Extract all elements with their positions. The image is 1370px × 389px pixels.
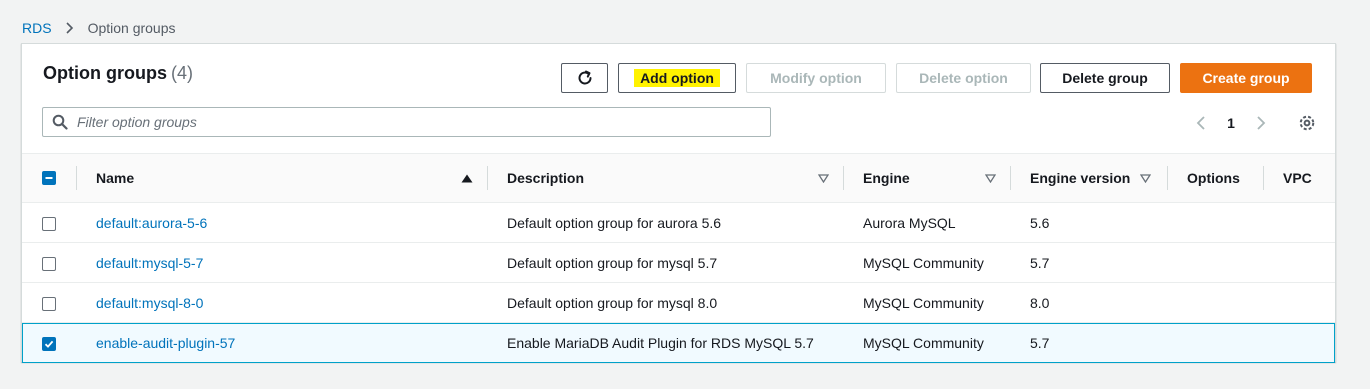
panel-title-text: Option groups <box>43 63 167 83</box>
breadcrumb-rds-link[interactable]: RDS <box>22 20 52 36</box>
add-option-button[interactable]: Add option <box>618 63 736 93</box>
modify-option-label: Modify option <box>770 70 862 86</box>
sort-icon[interactable] <box>818 173 829 183</box>
delete-option-button[interactable]: Delete option <box>896 63 1031 93</box>
create-group-label: Create group <box>1202 70 1290 86</box>
engine-version-cell: 8.0 <box>1030 294 1050 311</box>
refresh-icon <box>576 69 594 87</box>
refresh-button[interactable] <box>561 63 608 93</box>
delete-option-label: Delete option <box>919 70 1008 86</box>
breadcrumb-current: Option groups <box>87 20 176 36</box>
delete-group-button[interactable]: Delete group <box>1040 63 1170 93</box>
options-cell <box>1167 203 1263 243</box>
row-select-cell <box>22 283 76 323</box>
option-group-link[interactable]: enable-audit-plugin-57 <box>96 335 235 351</box>
sort-icon[interactable] <box>1140 173 1152 183</box>
row-select-cell <box>22 243 76 283</box>
create-group-button[interactable]: Create group <box>1180 63 1312 93</box>
name-cell: default:aurora-5-6 <box>76 203 487 243</box>
engine-cell: MySQL Community <box>863 294 984 311</box>
vpc-cell <box>1263 323 1335 363</box>
option-group-link[interactable]: default:aurora-5-6 <box>96 215 207 231</box>
description-cell: Default option group for mysql 5.7 <box>507 254 718 271</box>
header-description[interactable]: Description <box>487 154 843 203</box>
row-checkbox[interactable] <box>42 216 56 231</box>
gear-icon[interactable] <box>1296 112 1318 134</box>
engine-version-cell: 5.6 <box>1030 214 1050 231</box>
options-cell <box>1167 243 1263 283</box>
page-title: Option groups (4) <box>43 63 193 84</box>
header-name-label: Name <box>96 170 135 186</box>
row-checkbox-checked[interactable] <box>42 336 56 351</box>
table-row[interactable]: default:mysql-8-0 Default option group f… <box>22 283 1335 323</box>
engine-version-cell: 5.7 <box>1030 254 1050 271</box>
table-row[interactable]: default:aurora-5-6 Default option group … <box>22 203 1335 243</box>
modify-option-button[interactable]: Modify option <box>746 63 886 93</box>
header-options[interactable]: Options <box>1167 154 1263 203</box>
row-checkbox[interactable] <box>42 256 56 271</box>
name-cell: default:mysql-8-0 <box>76 283 487 323</box>
table-row-selected[interactable]: enable-audit-plugin-57 Enable MariaDB Au… <box>22 322 1335 363</box>
options-cell <box>1167 323 1263 363</box>
header-options-label: Options <box>1187 170 1240 186</box>
sort-icon[interactable] <box>985 173 996 183</box>
add-option-label: Add option <box>634 69 720 87</box>
filter-box <box>42 107 771 137</box>
previous-page-icon[interactable] <box>1190 115 1212 131</box>
header-engine-version[interactable]: Engine version <box>1010 154 1167 203</box>
table-row[interactable]: default:mysql-5-7 Default option group f… <box>22 243 1335 283</box>
description-cell: Enable MariaDB Audit Plugin for RDS MySQ… <box>507 334 814 351</box>
row-select-cell <box>22 323 76 363</box>
chevron-right-icon <box>65 22 74 34</box>
header-engine[interactable]: Engine <box>843 154 1010 203</box>
option-group-link[interactable]: default:mysql-8-0 <box>96 295 203 311</box>
engine-cell: Aurora MySQL <box>863 214 956 231</box>
engine-cell: MySQL Community <box>863 254 984 271</box>
options-cell <box>1167 283 1263 323</box>
search-icon <box>43 114 77 130</box>
select-all-checkbox[interactable] <box>42 171 56 185</box>
row-select-cell <box>22 203 76 243</box>
header-vpc[interactable]: VPC <box>1263 154 1335 203</box>
table-header-row: Name Description Engine Engine version O… <box>22 153 1335 203</box>
vpc-cell <box>1263 283 1335 323</box>
vpc-cell <box>1263 243 1335 283</box>
option-groups-table: Name Description Engine Engine version O… <box>22 153 1335 363</box>
panel-count: (4) <box>170 63 193 83</box>
breadcrumb: RDS Option groups <box>22 19 176 37</box>
header-select-all <box>22 154 76 203</box>
header-vpc-label: VPC <box>1283 170 1312 186</box>
option-group-link[interactable]: default:mysql-5-7 <box>96 255 203 271</box>
next-page-icon[interactable] <box>1250 115 1272 131</box>
pagination: 1 <box>1190 112 1272 134</box>
header-description-label: Description <box>507 170 585 186</box>
name-cell: default:mysql-5-7 <box>76 243 487 283</box>
header-engine-version-label: Engine version <box>1030 170 1131 186</box>
header-engine-label: Engine <box>863 170 910 186</box>
name-cell: enable-audit-plugin-57 <box>76 323 487 363</box>
row-checkbox[interactable] <box>42 296 56 311</box>
sort-ascending-icon[interactable] <box>461 174 473 183</box>
vpc-cell <box>1263 203 1335 243</box>
delete-group-label: Delete group <box>1062 70 1148 86</box>
description-cell: Default option group for aurora 5.6 <box>507 214 722 231</box>
engine-cell: MySQL Community <box>863 334 984 351</box>
page-number[interactable]: 1 <box>1212 115 1250 131</box>
header-name[interactable]: Name <box>76 154 487 203</box>
description-cell: Default option group for mysql 8.0 <box>507 294 718 311</box>
filter-input[interactable] <box>77 109 770 135</box>
option-groups-panel: Option groups (4) Add option Modify optio… <box>21 43 1336 363</box>
engine-version-cell: 5.7 <box>1030 334 1050 351</box>
